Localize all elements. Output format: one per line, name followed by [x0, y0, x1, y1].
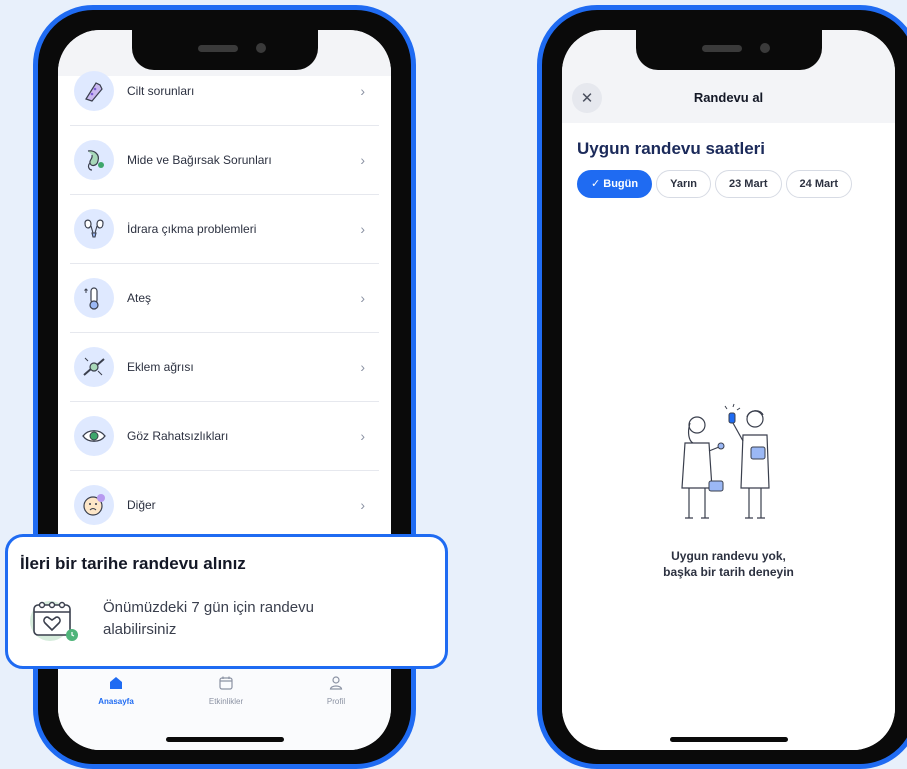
chevron-right-icon: ›: [360, 359, 365, 375]
category-item-urinary[interactable]: İdrara çıkma problemleri ›: [70, 195, 379, 264]
home-icon: [110, 677, 122, 689]
category-list: Cilt sorunları › Mide ve Bağırsak Sorunl…: [70, 57, 379, 540]
chevron-right-icon: ›: [360, 221, 365, 237]
stomach-icon: [74, 140, 114, 180]
category-item-joint[interactable]: Eklem ağrısı ›: [70, 333, 379, 402]
kidney-icon: [74, 209, 114, 249]
modal-title: Randevu al: [693, 90, 764, 105]
chevron-right-icon: ›: [360, 290, 365, 306]
category-item-eye[interactable]: Göz Rahatsızlıkları ›: [70, 402, 379, 471]
category-label: Mide ve Bağırsak Sorunları: [127, 153, 272, 167]
chevron-right-icon: ›: [360, 497, 365, 513]
card-description: Önümüzdeki 7 gün için randevu alabilirsi…: [103, 599, 314, 638]
chevron-right-icon: ›: [360, 152, 365, 168]
category-item-other[interactable]: Diğer ›: [70, 471, 379, 540]
tab-events[interactable]: Etkinlikler: [186, 675, 266, 706]
profile-icon: [329, 676, 343, 690]
future-appointment-card[interactable]: İleri bir tarihe randevu alınız Önümüzde…: [5, 534, 448, 669]
category-item-fever[interactable]: Ateş ›: [70, 264, 379, 333]
card-title: İleri bir tarihe randevu alınız: [20, 554, 246, 573]
home-indicator: [669, 737, 788, 742]
phone-notch: [635, 30, 822, 70]
date-chip-row: ✓ Bugün Yarın 23 Mart 24 Mart: [577, 170, 856, 198]
joint-icon: [74, 347, 114, 387]
thermometer-icon: [74, 278, 114, 318]
skin-hand-icon: [74, 71, 114, 111]
phone-notch: [131, 30, 318, 70]
tab-profile[interactable]: Profil: [296, 675, 376, 706]
category-label: Diğer: [127, 498, 156, 512]
empty-state-message: Uygun randevu yok, başka bir tarih deney…: [663, 549, 794, 579]
calendar-icon: [219, 676, 233, 690]
phone-frame-right: ✕ Randevu al Uygun randevu saatleri ✓ Bu…: [537, 5, 907, 769]
tab-home[interactable]: Anasayfa: [76, 675, 156, 706]
category-label: Göz Rahatsızlıkları: [127, 429, 229, 443]
category-label: Eklem ağrısı: [127, 360, 194, 374]
category-item-stomach[interactable]: Mide ve Bağırsak Sorunları ›: [70, 126, 379, 195]
doctors-illustration: [681, 403, 770, 519]
home-indicator: [165, 737, 284, 742]
section-title: Uygun randevu saatleri: [577, 139, 766, 158]
category-label: Cilt sorunları: [127, 84, 195, 98]
category-label: Ateş: [127, 291, 152, 305]
date-chip-tomorrow[interactable]: Yarın: [656, 170, 711, 198]
date-chip-24-march[interactable]: 24 Mart: [785, 170, 853, 198]
chevron-right-icon: ›: [360, 428, 365, 444]
calendar-heart-icon: [30, 601, 78, 641]
eye-icon: [74, 416, 114, 456]
phone-screen-right: ✕ Randevu al Uygun randevu saatleri ✓ Bu…: [562, 30, 895, 750]
sick-face-icon: [74, 485, 114, 525]
date-chip-today[interactable]: ✓ Bugün: [577, 170, 653, 198]
chevron-right-icon: ›: [360, 83, 365, 99]
date-chip-23-march[interactable]: 23 Mart: [715, 170, 782, 198]
category-label: İdrara çıkma problemleri: [127, 222, 257, 236]
